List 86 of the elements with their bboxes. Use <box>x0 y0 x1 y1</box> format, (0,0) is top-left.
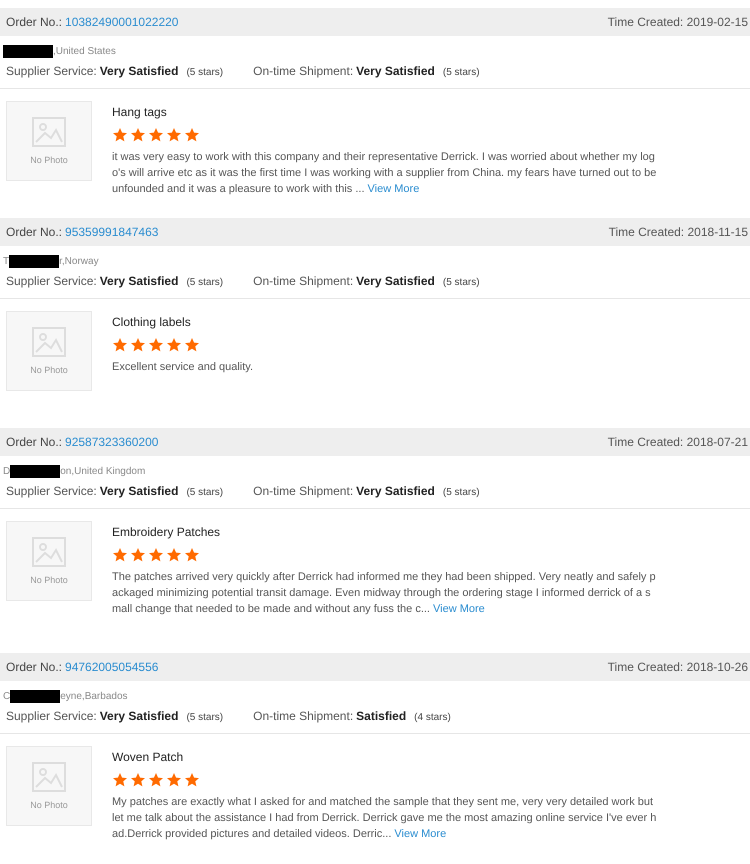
location-text: ,United States <box>53 46 116 56</box>
rating-count: (5 stars) <box>442 67 480 78</box>
no-photo-text: No Photo <box>30 800 68 810</box>
view-more-link[interactable]: View More <box>394 828 446 840</box>
star-icon <box>166 547 182 563</box>
rating-label: On-time Shipment: <box>253 274 354 288</box>
redaction-bar <box>10 690 60 702</box>
rating-count: (5 stars) <box>186 712 224 723</box>
rating-label: Supplier Service: <box>6 709 97 723</box>
star-icon <box>112 772 128 788</box>
no-photo-text: No Photo <box>30 155 68 165</box>
rating-count: (4 stars) <box>414 712 451 723</box>
rating-label: Supplier Service: <box>6 484 97 498</box>
star-icon <box>112 547 128 563</box>
order-number-link[interactable]: 95359991847463 <box>65 225 158 239</box>
rating-count: (5 stars) <box>442 277 480 288</box>
star-icon <box>130 127 146 143</box>
order-label: Order No.: <box>6 660 62 674</box>
time-created: Time Created: 2019-02-15 <box>608 15 748 29</box>
rating-count: (5 stars) <box>186 67 224 78</box>
no-photo-text: No Photo <box>30 575 68 585</box>
rating-label: On-time Shipment: <box>253 709 354 723</box>
rating-count: (5 stars) <box>186 277 224 288</box>
rating-count: (5 stars) <box>186 487 224 498</box>
location-text: on,United Kingdom <box>60 466 146 476</box>
rating-value: Satisfied <box>356 709 406 723</box>
view-more-link[interactable]: View More <box>433 603 485 615</box>
star-icon <box>148 337 164 353</box>
product-name: Clothing labels <box>112 315 192 329</box>
review-text: Excellent service and quality. <box>112 360 254 375</box>
star-icon <box>130 337 146 353</box>
location-text: eyne,Barbados <box>60 690 128 702</box>
location-text: T <box>3 256 10 266</box>
time-created: Time Created: 2018-10-26 <box>608 660 748 674</box>
rating-value: Very Satisfied <box>100 709 178 723</box>
location-text: C <box>3 690 10 702</box>
star-icon <box>130 547 146 563</box>
review-text: it was very easy to work with this company and their representative Derrick. I was worried about whether my logo's will arrive etc as it was the first time I was working with a supplier from China. my fears have turned out to be unfounded and it was a pleasure to work with this ... View More <box>112 150 657 197</box>
redaction-bar <box>10 464 60 478</box>
star-icon <box>148 127 164 143</box>
image-icon <box>32 762 66 792</box>
order-number-link[interactable]: 92587323360200 <box>65 435 158 449</box>
rating-value: Very Satisfied <box>356 484 435 498</box>
time-created: Time Created: 2018-11-15 <box>608 225 748 239</box>
rating-label: On-time Shipment: <box>253 484 354 498</box>
image-icon <box>32 537 66 567</box>
product-name: Hang tags <box>112 105 168 119</box>
star-icon <box>184 772 200 788</box>
rating-label: Supplier Service: <box>6 274 97 288</box>
star-icon <box>184 127 200 143</box>
product-name: Woven Patch <box>112 750 184 764</box>
star-icon <box>148 547 164 563</box>
star-icon <box>166 127 182 143</box>
rating-value: Very Satisfied <box>100 64 178 78</box>
image-icon <box>32 327 66 357</box>
rating-value: Very Satisfied <box>100 274 178 288</box>
star-icon <box>112 127 128 143</box>
product-name: Embroidery Patches <box>112 525 222 539</box>
view-more-link[interactable]: View More <box>368 183 420 195</box>
star-icon <box>184 547 200 563</box>
rating-value: Very Satisfied <box>100 484 178 498</box>
review-text: The patches arrived very quickly after Derrick had informed me they had been shipped. Very neatly and safely packaged minimizing potential transit damage. Even midway through the ordering stage I informed derrick of a small change that needed to be made and without any fuss the c... View More <box>112 570 657 617</box>
redaction-bar <box>9 254 60 268</box>
location-text: D <box>3 466 10 476</box>
redaction-bar <box>3 44 53 58</box>
time-created: Time Created: 2018-07-21 <box>608 435 748 449</box>
order-label: Order No.: <box>6 15 62 29</box>
location-text: r,Norway <box>59 256 99 266</box>
rating-count: (5 stars) <box>442 487 480 498</box>
star-icon <box>184 337 200 353</box>
no-photo-text: No Photo <box>30 365 68 375</box>
rating-label: Supplier Service: <box>6 64 97 78</box>
rating-label: On-time Shipment: <box>253 64 354 78</box>
review-text: My patches are exactly what I asked for and matched the sample that they sent me, very very detailed work but let me talk about the assistance I had from Derrick. Derrick gave me the most amazing online service I've ever had.Derrick provided pictures and detailed videos. Derric... View More <box>112 795 657 842</box>
order-number-link[interactable]: 10382490001022220 <box>65 15 178 29</box>
star-icon <box>166 337 182 353</box>
star-icon <box>166 772 182 788</box>
rating-value: Very Satisfied <box>356 64 435 78</box>
order-label: Order No.: <box>6 225 62 239</box>
image-icon <box>32 117 66 147</box>
star-icon <box>130 772 146 788</box>
star-icon <box>112 337 128 353</box>
star-icon <box>148 772 164 788</box>
order-number-link[interactable]: 94762005054556 <box>65 660 158 674</box>
rating-value: Very Satisfied <box>356 274 435 288</box>
order-label: Order No.: <box>6 435 62 449</box>
